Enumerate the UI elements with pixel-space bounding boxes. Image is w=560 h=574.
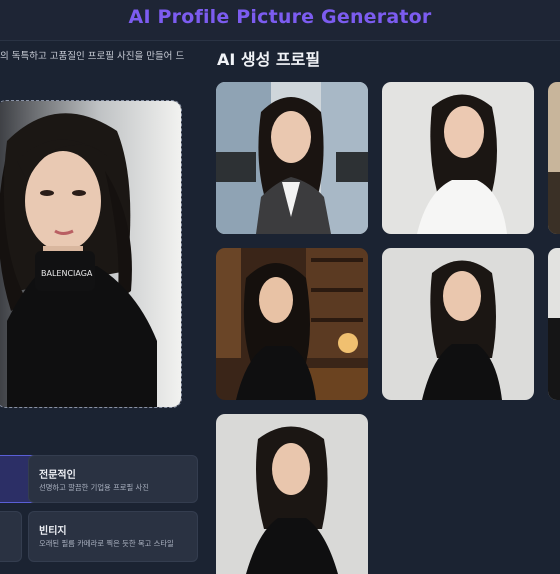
result-image[interactable] (216, 248, 368, 400)
upload-dropzone[interactable]: BALENCIAGA (0, 100, 182, 408)
result-image[interactable] (216, 414, 368, 574)
style-card-vintage[interactable]: 빈티지 오래된 필름 카메라로 찍은 듯한 복고 스타일 (28, 511, 198, 562)
style-card-professional[interactable]: 전문적인 선명하고 깔끔한 기업용 프로필 사진 (28, 455, 198, 503)
app-header: AI Profile Picture Generator (0, 0, 560, 41)
style-card-title: 전문적인 (39, 470, 76, 481)
result-image[interactable] (216, 82, 368, 234)
style-card-description: 오래된 필름 카메라로 찍은 듯한 복고 스타일 (39, 539, 174, 548)
result-image[interactable] (382, 248, 534, 400)
results-title: AI 생성 프로필 (217, 50, 321, 69)
uploaded-photo: BALENCIAGA (0, 101, 181, 407)
style-card-description: 선명하고 깔끔한 기업용 프로필 사진 (39, 483, 149, 492)
result-image[interactable] (382, 82, 534, 234)
style-card-title: 빈티지 (39, 526, 67, 537)
upload-description: 의 독특하고 고품질인 프로필 사진을 만들어 드 (0, 51, 185, 62)
style-card[interactable] (0, 511, 22, 562)
result-image-partial[interactable] (548, 82, 560, 234)
result-image-partial[interactable] (548, 248, 560, 400)
app-title: AI Profile Picture Generator (128, 6, 432, 28)
balenciaga-logo: BALENCIAGA (41, 269, 93, 278)
